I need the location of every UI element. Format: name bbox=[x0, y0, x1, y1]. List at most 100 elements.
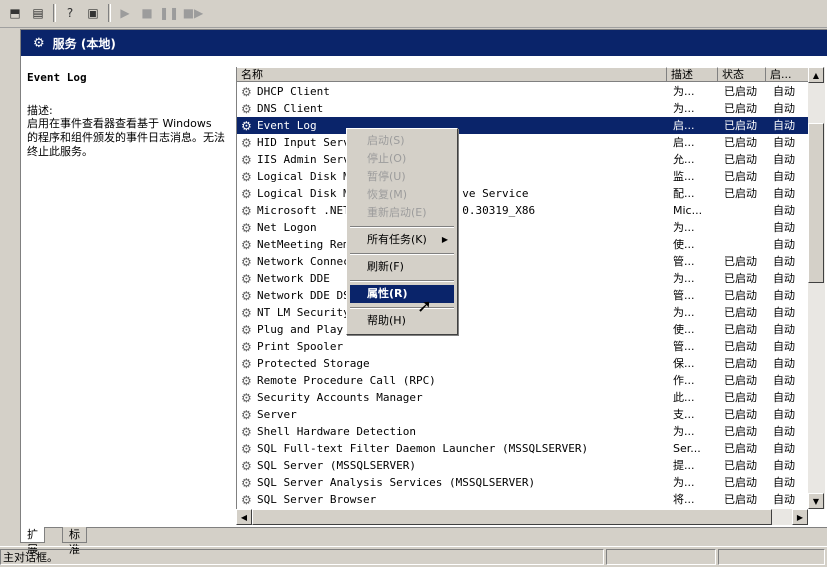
menu-item-properties[interactable]: 属性(R) bbox=[350, 285, 454, 303]
scroll-thumb[interactable] bbox=[808, 123, 824, 283]
service-desc: 为... bbox=[673, 476, 695, 489]
service-startup: 自动 bbox=[773, 221, 795, 234]
menu-item-all-tasks[interactable]: 所有任务(K) ▶ bbox=[350, 231, 454, 249]
service-startup: 自动 bbox=[773, 476, 795, 489]
table-row[interactable]: ⚙ Microsoft .NET 0.30319_X86 Mic... 自动 bbox=[237, 202, 809, 219]
table-row[interactable]: ⚙ SQL Server Browser 将... 已启动 自动 bbox=[237, 491, 809, 508]
table-row[interactable]: ⚙ SQL Full-text Filter Daemon Launcher (M… bbox=[237, 440, 809, 457]
service-startup: 自动 bbox=[773, 391, 795, 404]
gear-icon: ⚙ bbox=[241, 357, 252, 371]
gear-icon: ⚙ bbox=[241, 255, 252, 269]
service-name: Plug and Play bbox=[257, 323, 344, 336]
service-description: 启用在事件查看器查看基于 Windows 的程序和组件颁发的事件日志消息。无法终… bbox=[27, 117, 225, 158]
gear-icon: ⚙ bbox=[241, 289, 252, 303]
menu-item-stop[interactable]: 停止(O) bbox=[350, 150, 454, 168]
column-header-status[interactable]: 状态 bbox=[718, 67, 766, 82]
table-row[interactable]: ⚙ DNS Client 为... 已启动 自动 bbox=[237, 100, 809, 117]
scroll-up-icon[interactable]: ▲ bbox=[808, 67, 824, 83]
service-status: 已启动 bbox=[724, 493, 757, 506]
service-name: HID Input Servi bbox=[257, 136, 357, 149]
menu-item-help[interactable]: 帮助(H) bbox=[350, 312, 454, 330]
service-desc: 作... bbox=[673, 374, 695, 387]
service-startup: 自动 bbox=[773, 357, 795, 370]
table-row[interactable]: ⚙ Plug and Play 使... 已启动 自动 bbox=[237, 321, 809, 338]
menu-item-resume[interactable]: 恢复(M) bbox=[350, 186, 454, 204]
scroll-right-icon[interactable]: ▶ bbox=[792, 509, 808, 525]
menu-separator bbox=[350, 307, 454, 309]
table-row[interactable]: ⚙ Network DDE DSD 管... 已启动 自动 bbox=[237, 287, 809, 304]
context-menu: 启动(S) 停止(O) 暂停(U) 恢复(M) 重新启动(E) 所有任务(K) ▶… bbox=[346, 128, 458, 335]
table-row[interactable]: ⚙ HID Input Servi 启... 已启动 自动 bbox=[237, 134, 809, 151]
column-header-name[interactable]: 名称 bbox=[237, 67, 667, 82]
service-status: 已启动 bbox=[724, 408, 757, 421]
menu-item-refresh[interactable]: 刷新(F) bbox=[350, 258, 454, 276]
table-row[interactable]: ⚙ SQL Server (MSSQLSERVER) 提... 已启动 自动 bbox=[237, 457, 809, 474]
service-desc: 为... bbox=[673, 272, 695, 285]
table-row[interactable]: ⚙ NetMeeting Remo 使... 自动 bbox=[237, 236, 809, 253]
scroll-down-icon[interactable]: ▼ bbox=[808, 493, 824, 509]
table-row[interactable]: ⚙ Security Accounts Manager 此... 已启动 自动 bbox=[237, 389, 809, 406]
service-desc: 管... bbox=[673, 255, 695, 268]
selected-service-name: Event Log bbox=[27, 71, 87, 84]
table-row[interactable]: ⚙ Remote Procedure Call (RPC) 作... 已启动 自动 bbox=[237, 372, 809, 389]
services-icon: ⚙ bbox=[33, 35, 45, 51]
horizontal-scrollbar[interactable]: ◀ ▶ bbox=[236, 509, 808, 525]
up-level-icon[interactable]: ⬒ bbox=[6, 4, 24, 22]
tab-standard[interactable]: 标准 bbox=[62, 527, 87, 556]
service-desc: 使... bbox=[673, 238, 695, 251]
table-row[interactable]: ⚙ Shell Hardware Detection 为... 已启动 自动 bbox=[237, 423, 809, 440]
table-row[interactable]: ⚙ Network Connect 管... 已启动 自动 bbox=[237, 253, 809, 270]
gear-icon: ⚙ bbox=[241, 323, 252, 337]
play-icon[interactable]: ▶ bbox=[116, 4, 134, 22]
service-desc: 保... bbox=[673, 357, 695, 370]
table-row[interactable]: ⚙ SQL Server Analysis Services (MSSQLSERV… bbox=[237, 474, 809, 491]
column-header-startup[interactable]: 启... bbox=[766, 67, 809, 82]
console-icon[interactable]: ▣ bbox=[84, 4, 102, 22]
service-startup: 自动 bbox=[773, 289, 795, 302]
mouse-pointer-icon: ➚ bbox=[417, 296, 433, 317]
service-name: Network Connect bbox=[257, 255, 357, 268]
table-row[interactable]: ⚙ Logical Disk Ma 监... 已启动 自动 bbox=[237, 168, 809, 185]
table-row[interactable]: ⚙ Server 支... 已启动 自动 bbox=[237, 406, 809, 423]
table-row[interactable]: ⚙ Print Spooler 管... 已启动 自动 bbox=[237, 338, 809, 355]
service-name: Net Logon bbox=[257, 221, 317, 234]
export-list-icon[interactable]: ▤ bbox=[29, 4, 47, 22]
menu-separator bbox=[350, 253, 454, 255]
status-bar: 主对话框。 bbox=[0, 546, 827, 567]
hscroll-thumb[interactable] bbox=[252, 509, 772, 525]
table-row[interactable]: ⚙ IIS Admin Servi 允... 已启动 自动 bbox=[237, 151, 809, 168]
services-list[interactable]: 名称 描述 状态 启... ⚙ DHCP Client 为... 已启动 自动 ⚙ DNS … bbox=[236, 67, 809, 509]
gear-icon: ⚙ bbox=[241, 136, 252, 150]
service-status: 已启动 bbox=[724, 85, 757, 98]
menu-separator bbox=[350, 280, 454, 282]
table-row[interactable]: ⚙ Protected Storage 保... 已启动 自动 bbox=[237, 355, 809, 372]
menu-item-pause[interactable]: 暂停(U) bbox=[350, 168, 454, 186]
menu-item-restart[interactable]: 重新启动(E) bbox=[350, 204, 454, 222]
pause-icon[interactable]: ❚❚ bbox=[159, 4, 179, 22]
service-name: SQL Full-text Filter Daemon Launcher (MS… bbox=[257, 442, 589, 455]
service-name: Network DDE DSD bbox=[257, 289, 357, 302]
restart-icon[interactable]: ■▶ bbox=[183, 4, 204, 22]
table-row[interactable]: ⚙ Net Logon 为... 自动 bbox=[237, 219, 809, 236]
table-row[interactable]: ⚙ NT LM Security 为... 已启动 自动 bbox=[237, 304, 809, 321]
table-row[interactable]: ⚙ Network DDE 为... 已启动 自动 bbox=[237, 270, 809, 287]
table-row[interactable]: ⚙Logical Disk Ma ve Service配...已启动自动 bbox=[237, 185, 809, 202]
tab-extended[interactable]: 扩展 bbox=[20, 527, 45, 556]
gear-icon: ⚙ bbox=[241, 238, 252, 252]
table-row[interactable]: ⚙ Event Log 启... 已启动 自动 bbox=[237, 117, 809, 134]
table-row[interactable]: ⚙ DHCP Client 为... 已启动 自动 bbox=[237, 83, 809, 100]
service-status: 已启动 bbox=[724, 357, 757, 370]
gear-icon: ⚙ bbox=[241, 493, 252, 507]
service-status: 已启动 bbox=[724, 255, 757, 268]
stop-icon[interactable]: ■ bbox=[138, 4, 156, 22]
vertical-scrollbar[interactable]: ▲ ▼ bbox=[808, 67, 825, 509]
gear-icon: ⚙ bbox=[241, 170, 252, 184]
service-desc: 启... bbox=[673, 119, 695, 132]
column-header-description[interactable]: 描述 bbox=[667, 67, 718, 82]
service-startup: 自动 bbox=[773, 442, 795, 455]
service-status: 已启动 bbox=[724, 102, 757, 115]
scroll-left-icon[interactable]: ◀ bbox=[236, 509, 252, 525]
help-icon[interactable]: ? bbox=[61, 4, 79, 22]
menu-item-start[interactable]: 启动(S) bbox=[350, 132, 454, 150]
service-desc: 管... bbox=[673, 289, 695, 302]
